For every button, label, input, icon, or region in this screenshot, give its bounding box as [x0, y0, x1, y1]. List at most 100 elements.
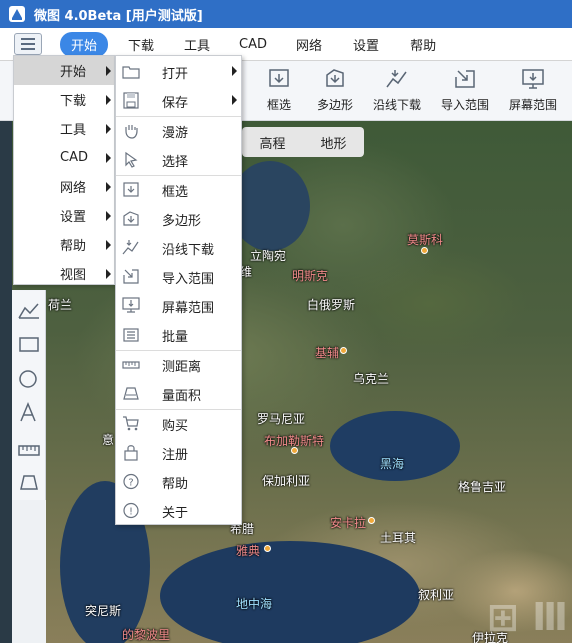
map-label-netherlands: 荷兰	[48, 298, 73, 312]
submenu-item-open[interactable]: 打开	[116, 57, 241, 86]
import-range-icon	[123, 269, 139, 284]
submenu-item-label: 帮助	[162, 477, 189, 492]
screen-range-button[interactable]: 屏幕范围	[498, 67, 568, 113]
main-menu-item-label: 帮助	[60, 239, 87, 254]
main-menu-item-start[interactable]: 开始	[14, 56, 114, 85]
map-label-mediterranean: 地中海	[236, 597, 273, 611]
submenu-item-select[interactable]: 选择	[116, 145, 241, 174]
submenu-item-purchase[interactable]: 购买	[116, 409, 241, 438]
map-label-syria: 叙利亚	[418, 588, 455, 602]
polyline-download-button[interactable]: 沿线下载	[362, 67, 432, 113]
submenu-item-pan[interactable]: 漫游	[116, 116, 241, 145]
submenu-item-polyline-download[interactable]: 沿线下载	[116, 233, 241, 262]
measure-area-icon	[123, 387, 139, 400]
main-menu-item-label: 工具	[60, 123, 87, 138]
submenu-arrow-icon	[106, 94, 111, 105]
submenu-item-label: 保存	[162, 96, 189, 111]
polyline-download-label: 沿线下载	[372, 98, 421, 112]
tab-tools[interactable]: 工具	[184, 35, 210, 54]
window-title: 微图 4.0Beta [用户测试版]	[34, 8, 203, 24]
map-label-turkey: 土耳其	[380, 531, 417, 545]
main-menu-item-cad[interactable]: CAD	[14, 143, 114, 172]
submenu-item-label: 购买	[162, 419, 189, 434]
submenu-item-label: 批量	[162, 330, 189, 345]
hand-pan-icon	[125, 125, 138, 139]
submenu-item-label: 选择	[162, 155, 189, 170]
circle-draw-icon[interactable]	[16, 366, 42, 390]
capital-marker	[291, 447, 298, 454]
polygon-download-icon	[123, 211, 139, 226]
map-label-ukraine: 乌克兰	[353, 372, 390, 386]
map-label-ankara: 安卡拉	[330, 516, 367, 530]
polygon-download-button[interactable]: 多边形	[300, 67, 370, 113]
import-range-label: 导入范围	[440, 98, 489, 112]
submenu-arrow-icon	[106, 210, 111, 221]
submenu-item-screen-range[interactable]: 屏幕范围	[116, 291, 241, 320]
capital-marker	[421, 247, 428, 254]
polygon-download-icon	[326, 69, 344, 87]
tab-download[interactable]: 下载	[128, 35, 154, 54]
main-menu-item-settings[interactable]: 设置	[14, 201, 114, 230]
hamburger-menu-button[interactable]	[14, 33, 42, 55]
submenu-arrow-icon	[232, 66, 237, 76]
main-menu-item-tools[interactable]: 工具	[14, 114, 114, 143]
submenu-item-save[interactable]: 保存	[116, 86, 241, 115]
map-label-georgia: 格鲁吉亚	[458, 480, 507, 494]
app-logo-icon	[9, 6, 25, 22]
svg-text:?: ?	[128, 478, 133, 489]
submenu-item-help[interactable]: ? 帮助	[116, 467, 241, 496]
tab-cad[interactable]: CAD	[239, 37, 267, 52]
submenu-item-label: 量面积	[162, 389, 202, 404]
submenu-item-label: 沿线下载	[162, 243, 215, 258]
submenu-item-label: 漫游	[162, 126, 189, 141]
submenu-item-measure-area[interactable]: 量面积	[116, 379, 241, 408]
vertical-tool-strip	[12, 290, 46, 500]
capital-marker	[368, 517, 375, 524]
map-label-athens: 雅典	[236, 544, 261, 558]
main-menu-item-label: 下载	[60, 94, 87, 109]
title-bar: 微图 4.0Beta [用户测试版]	[0, 0, 572, 28]
main-menu-item-help[interactable]: 帮助	[14, 230, 114, 259]
submenu-item-label: 打开	[162, 67, 189, 82]
submenu-item-register[interactable]: 注册	[116, 438, 241, 467]
submenu-item-label: 测距离	[162, 360, 202, 375]
submenu-item-box-select[interactable]: 框选	[116, 175, 241, 204]
map-label-belarus: 白俄罗斯	[307, 298, 356, 312]
main-dropdown-menu: 开始 下载 工具 CAD 网络 设置 帮助 视图	[13, 55, 115, 285]
submenu-arrow-icon	[106, 239, 111, 250]
main-menu-item-network[interactable]: 网络	[14, 172, 114, 201]
lock-icon	[124, 445, 138, 461]
tab-network[interactable]: 网络	[296, 35, 322, 54]
submenu-item-label: 导入范围	[162, 272, 215, 287]
elevation-toggle[interactable]: 高程	[259, 133, 285, 152]
submenu-arrow-icon	[106, 268, 111, 279]
screen-range-label: 屏幕范围	[508, 98, 557, 112]
submenu-item-import-range[interactable]: 导入范围	[116, 262, 241, 291]
submenu-item-about[interactable]: ! 关于	[116, 496, 241, 525]
submenu-item-label: 注册	[162, 448, 189, 463]
rectangle-draw-icon[interactable]	[16, 332, 42, 356]
polygon-download-label: 多边形	[316, 98, 353, 112]
area-measure-icon[interactable]	[16, 470, 42, 494]
main-menu-item-view[interactable]: 视图	[14, 259, 114, 288]
area-chart-icon[interactable]	[16, 298, 42, 322]
import-range-button[interactable]: 导入范围	[430, 67, 500, 113]
main-menu-item-download[interactable]: 下载	[14, 85, 114, 114]
map-label-tripoli: 的黎波里	[122, 628, 171, 642]
tab-settings[interactable]: 设置	[353, 35, 379, 54]
ruler-icon[interactable]	[16, 438, 42, 462]
terrain-toggle[interactable]: 地形	[320, 133, 346, 152]
tab-start[interactable]: 开始	[60, 31, 109, 57]
submenu-item-measure-distance[interactable]: 测距离	[116, 350, 241, 379]
map-label-moscow: 莫斯科	[407, 233, 444, 247]
import-range-icon	[455, 70, 475, 88]
main-menu-item-label: CAD	[60, 150, 88, 165]
box-select-icon	[269, 69, 289, 87]
start-submenu: 打开 保存 漫游 选择 框选 多边形 沿线下载 导入范围 屏幕范围 批量 测距离…	[115, 55, 242, 525]
submenu-item-label: 框选	[162, 185, 189, 200]
tab-help[interactable]: 帮助	[410, 35, 436, 54]
submenu-item-batch[interactable]: 批量	[116, 320, 241, 349]
submenu-item-polygon[interactable]: 多边形	[116, 204, 241, 233]
text-draw-icon[interactable]	[16, 400, 42, 424]
map-label-kyiv: 基辅	[315, 346, 340, 360]
